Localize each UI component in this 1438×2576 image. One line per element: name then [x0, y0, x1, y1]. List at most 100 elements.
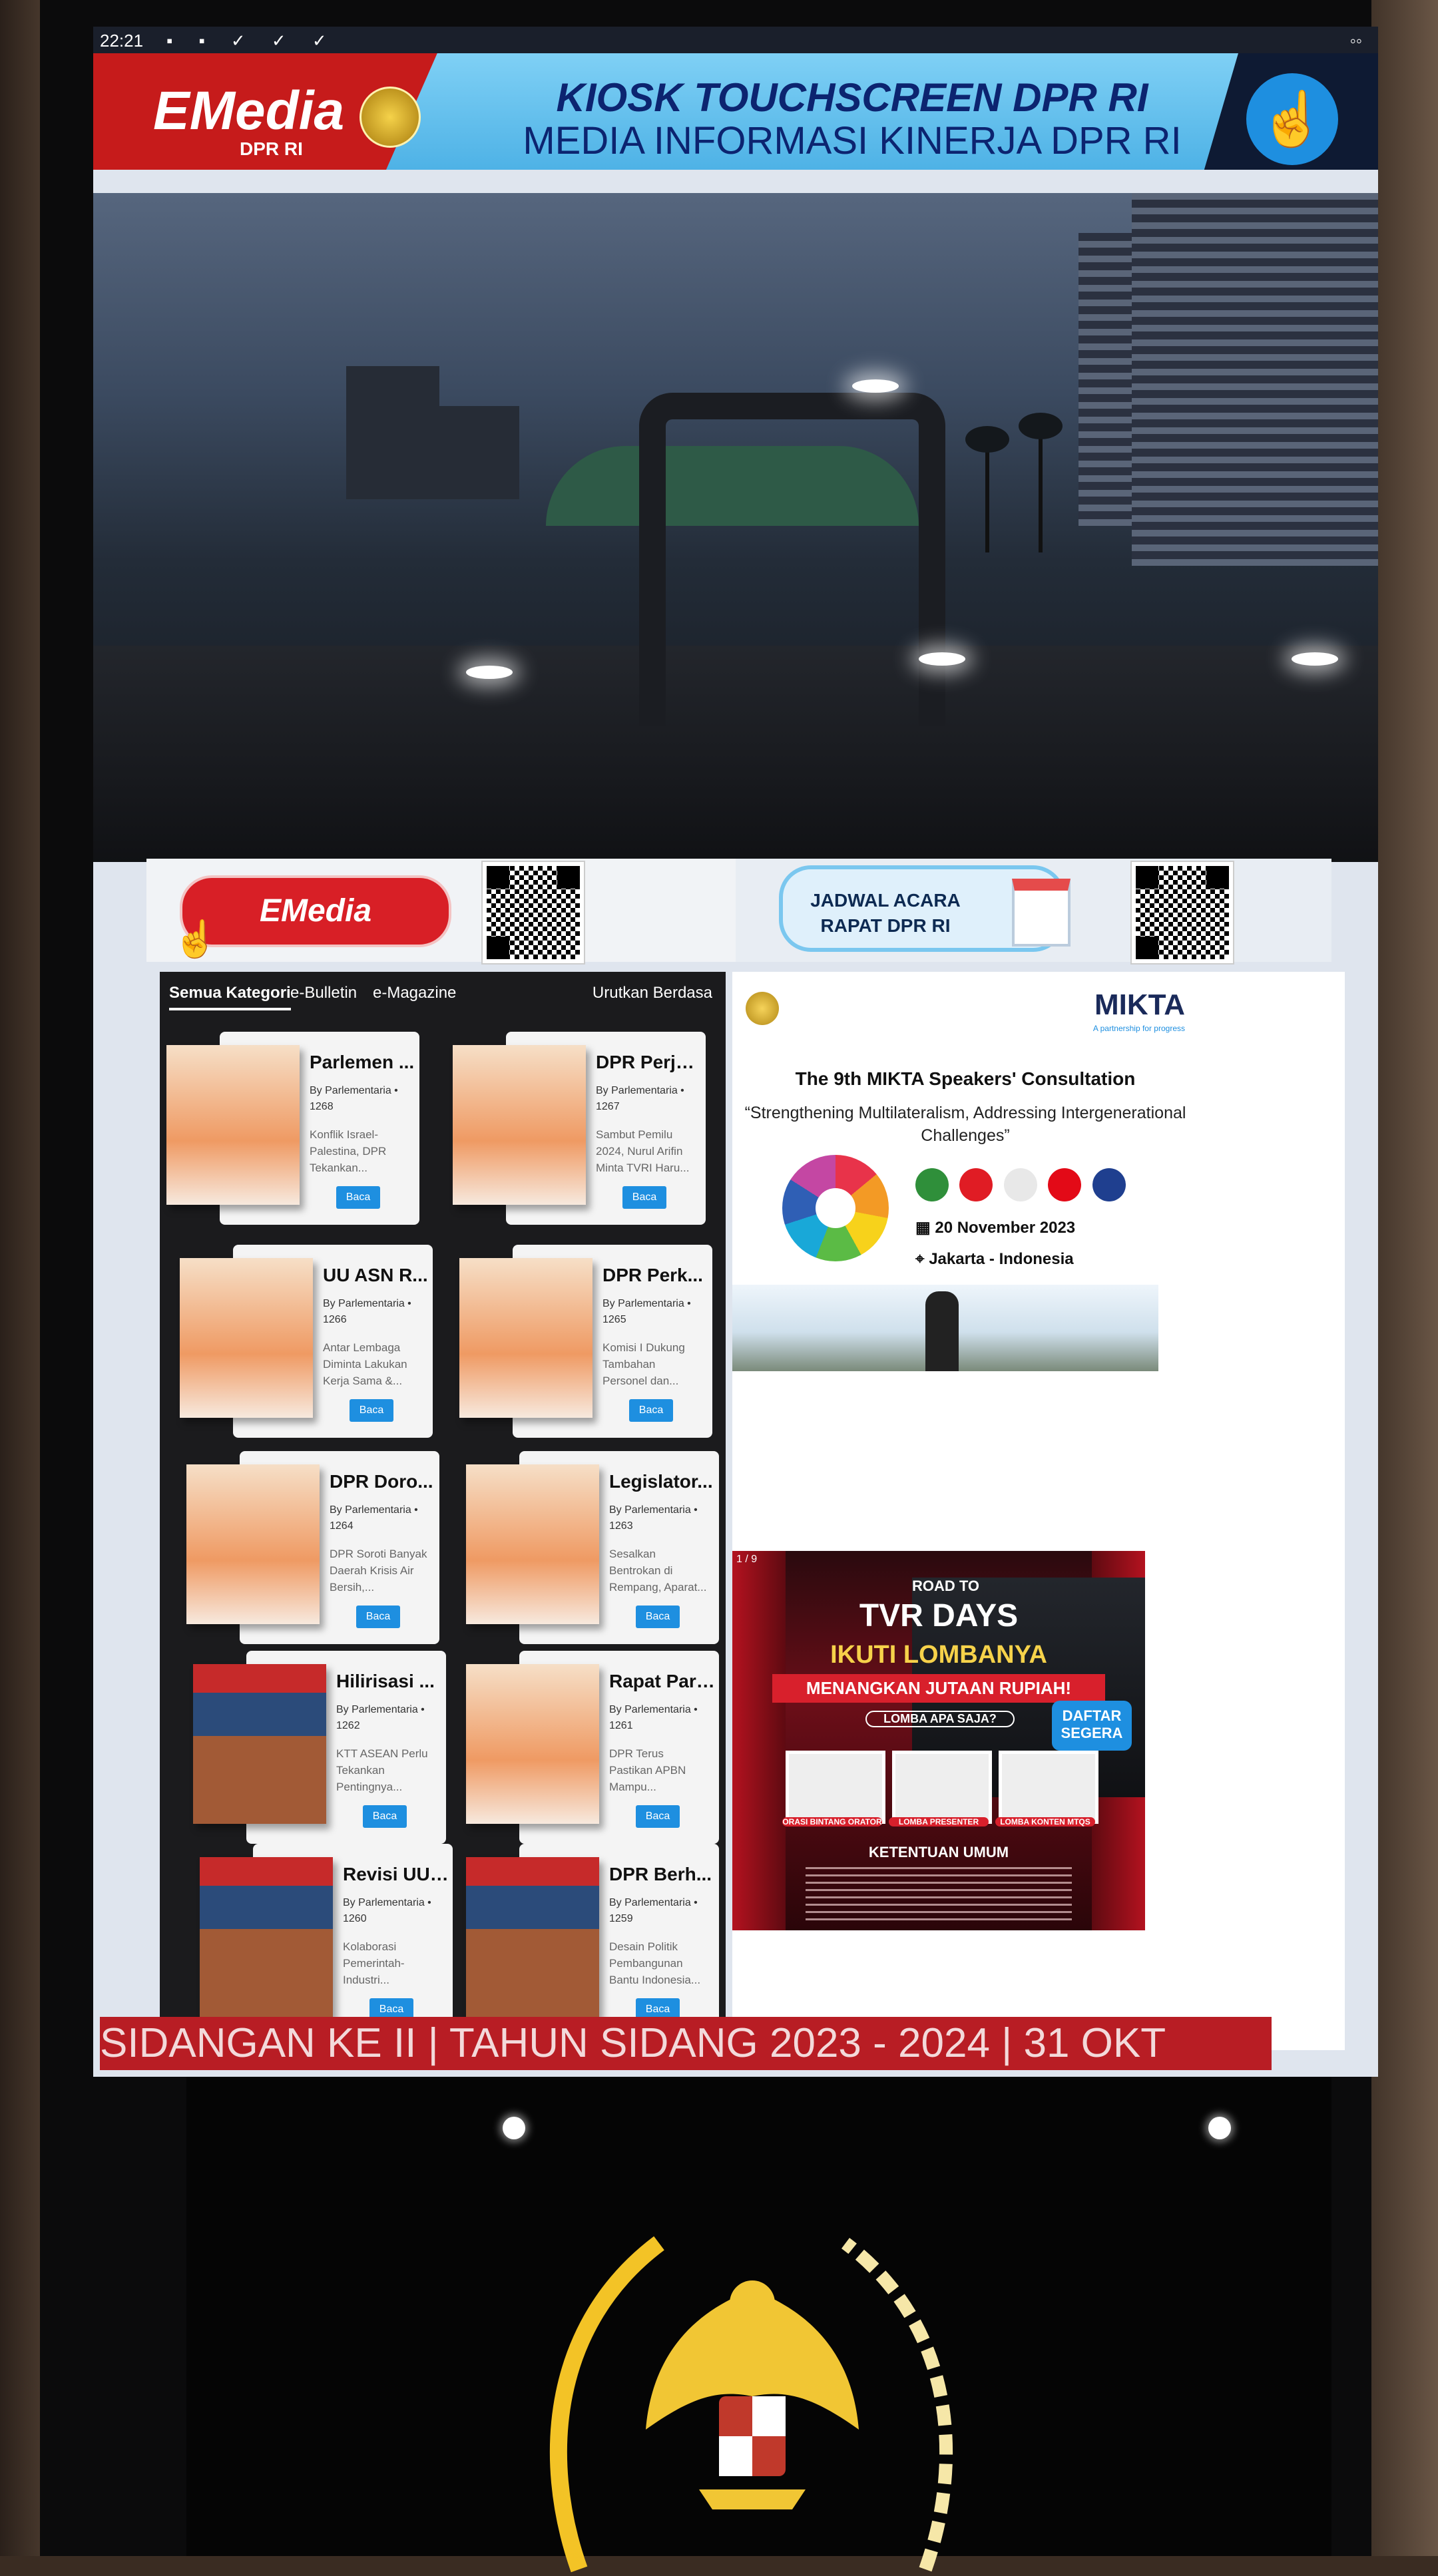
lamp-light	[919, 652, 965, 666]
publication-card[interactable]: Revisi UU ... By Parlementaria • 1260 Ko…	[200, 1844, 453, 2037]
flag-korea-icon	[1003, 1168, 1037, 1201]
publication-card[interactable]: Parlemen ... By Parlementaria • 1268 Kon…	[166, 1032, 419, 1225]
pointer-hand-icon: ☝	[173, 919, 218, 959]
tab-semua-kategori[interactable]: Semua Kategori	[169, 984, 291, 1010]
contest-label: ORASI BINTANG ORATOR	[782, 1817, 882, 1826]
status-notification-icons: ▪ ▪ ✓ ✓ ✓	[166, 31, 338, 51]
read-button[interactable]: Baca	[356, 1606, 400, 1628]
tvr-ikuti: IKUTI LOMBANYA	[830, 1641, 1047, 1669]
publication-desc: Kolaborasi Pemerintah-Industri...	[343, 1940, 405, 1986]
mikta-flower-logo-icon	[782, 1155, 889, 1261]
publication-card[interactable]: Legislator... By Parlementaria • 1263 Se…	[466, 1451, 719, 1644]
publication-title: Revisi UU ...	[343, 1864, 449, 1884]
publication-desc: Sambut Pemilu 2024, Nurul Arifin Minta T…	[596, 1128, 690, 1174]
gate-sculpture	[639, 393, 945, 726]
mikta-banner[interactable]: MIKTA A partnership for progress The 9th…	[732, 972, 1345, 1371]
publication-number: 1260	[343, 1913, 367, 1924]
publication-title: DPR Perk...	[602, 1265, 703, 1285]
contest-photo	[892, 1751, 992, 1824]
tvr-daftar-button[interactable]: DAFTAR SEGERA	[1052, 1701, 1132, 1751]
read-button[interactable]: Baca	[629, 1399, 673, 1422]
publication-author: By Parlementaria •	[609, 1704, 698, 1715]
publication-author: By Parlementaria •	[609, 1897, 698, 1908]
publication-number: 1268	[310, 1101, 334, 1112]
mikta-logo-sub: A partnership for progress	[1092, 1024, 1185, 1033]
tvr-days-poster[interactable]: 1 / 9 ROAD TO TVR DAYS IKUTI LOMBANYA ME…	[732, 1551, 1145, 1930]
read-button[interactable]: Baca	[636, 1606, 680, 1628]
read-button[interactable]: Baca	[336, 1186, 380, 1209]
dpr-emblem-icon	[746, 992, 779, 1025]
led-light	[1208, 2117, 1231, 2139]
publication-title: Legislator...	[609, 1471, 713, 1492]
flag-australia-icon	[1092, 1168, 1126, 1201]
publication-cover	[459, 1258, 593, 1418]
tab-e-bulletin[interactable]: e-Bulletin	[290, 984, 357, 1002]
touch-hand-icon[interactable]: ☝	[1246, 73, 1338, 165]
hero-photo	[93, 193, 1378, 862]
jadwal-qr-code	[1132, 862, 1233, 963]
publication-cover	[466, 1857, 599, 2017]
publication-author: By Parlementaria •	[310, 1085, 398, 1096]
read-button[interactable]: Baca	[622, 1186, 666, 1209]
read-button[interactable]: Baca	[363, 1805, 407, 1828]
member-flags	[915, 1168, 1134, 1205]
tvr-ketentuan: KETENTUAN UMUM	[868, 1844, 1009, 1860]
publication-card[interactable]: UU ASN R... By Parlementaria • 1266 Anta…	[180, 1245, 433, 1438]
rules-text-lines	[806, 1867, 1072, 1920]
publication-title: DPR Berh...	[609, 1864, 712, 1884]
publication-card[interactable]: DPR Perju... By Parlementaria • 1267 Sam…	[453, 1032, 706, 1225]
publication-desc: Komisi I Dukung Tambahan Personel dan...	[602, 1341, 685, 1387]
publication-number: 1267	[596, 1101, 620, 1112]
news-ticker: SIDANGAN KE II | TAHUN SIDANG 2023 - 202…	[100, 2017, 1272, 2070]
publication-card[interactable]: Hilirisasi ... By Parlementaria • 1262 K…	[193, 1651, 446, 1844]
publication-cover	[466, 1664, 599, 1824]
publication-card[interactable]: DPR Perk... By Parlementaria • 1265 Komi…	[459, 1245, 712, 1438]
publication-desc: DPR Soroti Banyak Daerah Krisis Air Bers…	[330, 1548, 427, 1594]
publication-author: By Parlementaria •	[596, 1085, 684, 1096]
contest-photo	[999, 1751, 1098, 1824]
tvr-lomba-question: LOMBA APA SAJA?	[865, 1711, 1015, 1727]
palm-tree	[965, 426, 1009, 552]
publication-cover	[193, 1664, 326, 1824]
garuda-emblem-icon	[549, 2236, 953, 2573]
publication-cover	[466, 1464, 599, 1624]
tab-e-magazine[interactable]: e-Magazine	[373, 984, 456, 1002]
lamp-light	[1292, 652, 1338, 666]
contest-label: LOMBA KONTEN MTQS	[995, 1817, 1095, 1826]
mikta-location-text: Jakarta - Indonesia	[929, 1250, 1074, 1268]
emedia-qr-code	[483, 862, 584, 963]
publication-author: By Parlementaria •	[609, 1504, 698, 1516]
publication-author: By Parlementaria •	[323, 1298, 411, 1309]
kiosk-lower-panel	[186, 2077, 1331, 2573]
tvr-menang: MENANGKAN JUTAAN RUPIAH!	[772, 1674, 1105, 1703]
publication-card[interactable]: Rapat Pari... By Parlementaria • 1261 DP…	[466, 1651, 719, 1844]
dpr-emblem-icon	[360, 87, 421, 148]
read-button[interactable]: Baca	[350, 1399, 393, 1422]
brand-name: EMedia	[153, 81, 345, 141]
publication-number: 1263	[609, 1520, 633, 1532]
lamp-light	[852, 379, 899, 393]
kiosk-frame: 22:21 ▪ ▪ ✓ ✓ ✓ ◦◦ EMedia DPR RI KIOSK T…	[40, 0, 1378, 2573]
read-button[interactable]: Baca	[636, 1805, 680, 1828]
publication-author: By Parlementaria •	[336, 1704, 425, 1715]
library-tabs: Semua Kategori e-Bulletin e-Magazine Uru…	[160, 972, 726, 1018]
page-title: KIOSK TOUCHSCREEN DPR RI	[556, 75, 1148, 120]
status-time: 22:21	[100, 31, 144, 51]
publication-title: Parlemen ...	[310, 1052, 415, 1072]
publication-title: DPR Doro...	[330, 1471, 433, 1492]
kiosk-screen: 22:21 ▪ ▪ ✓ ✓ ✓ ◦◦ EMedia DPR RI KIOSK T…	[93, 27, 1378, 2077]
sort-dropdown[interactable]: Urutkan Berdasa	[593, 984, 712, 1002]
emedia-link-button[interactable]: EMedia	[180, 875, 451, 947]
publication-number: 1265	[602, 1314, 626, 1325]
publication-desc: Desain Politik Pembangunan Bantu Indones…	[609, 1940, 701, 1986]
publication-number: 1261	[609, 1720, 633, 1731]
publication-title: DPR Perju...	[596, 1052, 702, 1072]
palm-tree	[1019, 413, 1063, 552]
publication-card[interactable]: DPR Doro... By Parlementaria • 1264 DPR …	[186, 1451, 439, 1644]
status-bar: 22:21 ▪ ▪ ✓ ✓ ✓ ◦◦	[93, 27, 1378, 53]
publication-card[interactable]: DPR Berh... By Parlementaria • 1259 Desa…	[466, 1844, 719, 2037]
publication-title: UU ASN R...	[323, 1265, 428, 1285]
brand-sub: DPR RI	[240, 138, 303, 159]
tvr-days-title: TVR DAYS	[859, 1598, 1019, 1633]
status-right-icons: ◦◦	[1349, 31, 1362, 51]
